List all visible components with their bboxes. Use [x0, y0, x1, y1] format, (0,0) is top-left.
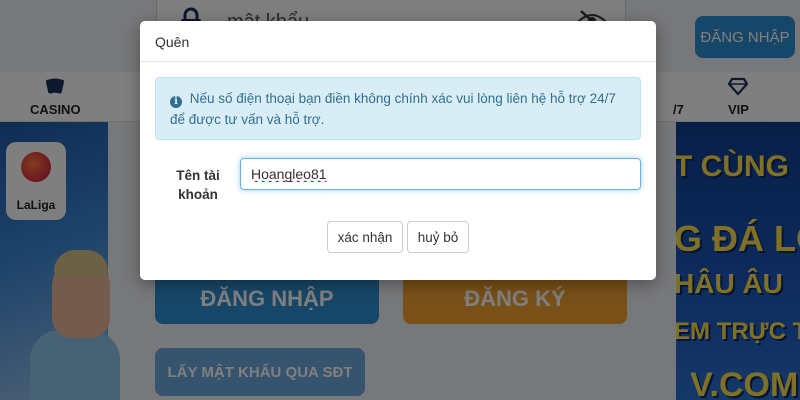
- cancel-button[interactable]: huỷ bỏ: [407, 221, 469, 253]
- dialog-header: Quên: [140, 21, 656, 62]
- forgot-password-dialog: Quên i Nếu số điện thoại bạn điền không …: [140, 21, 656, 280]
- username-input[interactable]: [240, 158, 641, 190]
- alert-text: Nếu số điện thoại bạn điền không chính x…: [170, 91, 616, 127]
- info-circle-icon: i: [170, 96, 182, 108]
- dialog-title: Quên: [155, 34, 190, 50]
- info-alert: i Nếu số điện thoại bạn điền không chính…: [155, 77, 641, 140]
- username-label: Tên tài khoản: [176, 168, 220, 202]
- confirm-button[interactable]: xác nhận: [327, 221, 403, 253]
